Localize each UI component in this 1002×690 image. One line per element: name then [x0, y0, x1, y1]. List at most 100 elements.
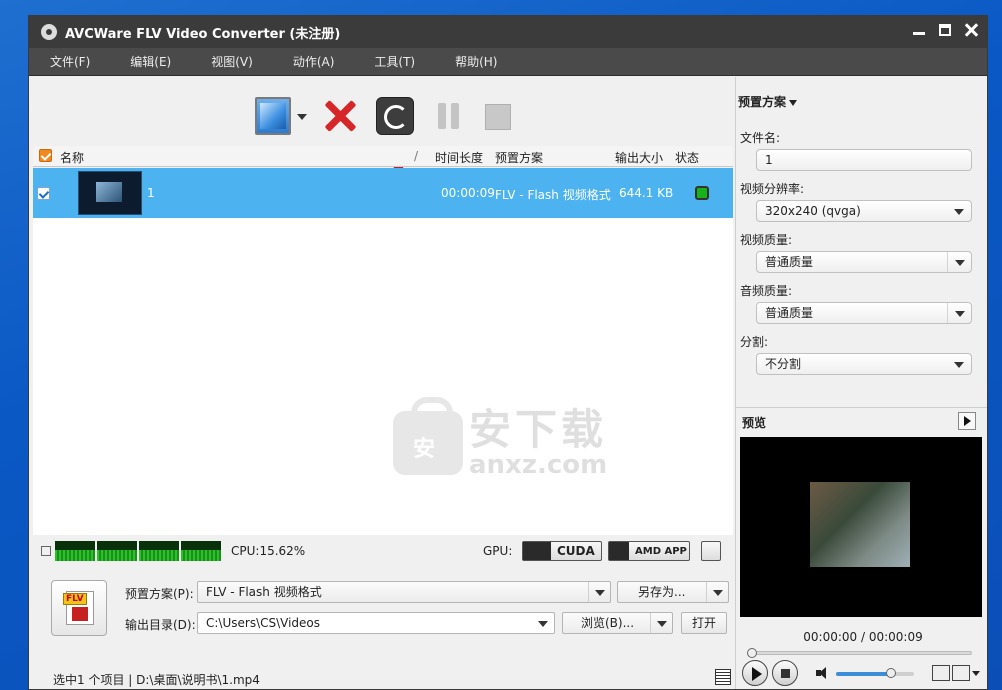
video-quality-label: 视频质量: [740, 233, 793, 247]
row-name: 1 [147, 186, 155, 200]
row-profile: FLV - Flash 视频格式 [495, 188, 611, 202]
window-title: AVCWare FLV Video Converter (未注册) [65, 26, 341, 42]
minimize-button[interactable] [911, 22, 927, 38]
camera-icon[interactable] [952, 665, 970, 681]
col-sort[interactable]: / [414, 149, 418, 163]
cpu-usage-text: CPU:15.62% [231, 544, 306, 558]
output-dir-input[interactable]: C:\Users\CS\Videos [197, 612, 555, 634]
close-monitor-icon[interactable] [41, 546, 51, 556]
split-label: 分割: [740, 335, 769, 349]
save-as-button[interactable]: 另存为... [617, 581, 729, 603]
filename-label: 文件名: [740, 131, 781, 145]
output-dir-label: 输出目录(D): [125, 618, 196, 632]
menu-tools[interactable]: 工具(T) [365, 53, 424, 70]
status-bar: 选中1 个项目 | D:\桌面\说明书\1.mp4 [47, 669, 731, 687]
browse-button[interactable]: 浏览(B)... [562, 612, 673, 634]
pause-button[interactable] [429, 97, 467, 135]
status-indicator-icon [695, 186, 709, 200]
chevron-down-icon [947, 303, 971, 323]
remove-button[interactable] [321, 97, 359, 135]
select-all-checkbox[interactable] [39, 149, 52, 162]
preview-title: 预览 [742, 416, 767, 430]
audio-quality-select[interactable]: 普通质量 [756, 302, 972, 324]
amd-app-button[interactable]: AMD APP [608, 541, 690, 561]
menu-edit[interactable]: 编辑(E) [121, 53, 180, 70]
resolution-select[interactable]: 320x240 (qvga) [756, 200, 972, 222]
preview-panel: 预览 00:00:00 / 00:00:09 [736, 407, 987, 689]
table-row[interactable]: 1 00:00:09 FLV - Flash 视频格式 644.1 KB [33, 168, 733, 218]
flv-format-icon[interactable]: FLV [51, 580, 107, 636]
file-list-header: 名称 / 时间长度 预置方案 输出大小 状态 [33, 146, 733, 167]
volume-slider[interactable] [836, 668, 914, 678]
chevron-down-icon [947, 201, 971, 221]
menu-bar: 文件(F) 编辑(E) 视图(V) 动作(A) 工具(T) 帮助(H) [29, 48, 987, 76]
row-duration: 00:00:09 [441, 186, 495, 200]
title-bar[interactable]: AVCWare FLV Video Converter (未注册) [29, 16, 987, 48]
output-settings: FLV 预置方案(P): FLV - Flash 视频格式 另存为... 输出目… [47, 572, 729, 672]
chevron-down-icon[interactable] [972, 671, 980, 676]
split-select[interactable]: 不分割 [756, 353, 972, 375]
video-thumbnail [78, 171, 142, 215]
profile-panel-header[interactable]: 预置方案 [738, 93, 798, 110]
stop-button[interactable] [478, 97, 516, 135]
volume-icon[interactable] [816, 667, 830, 679]
chevron-down-icon [532, 613, 554, 633]
profile-panel: 预置方案 文件名: 1 视频分辨率: 320x240 (qvga) 视频质量: … [735, 77, 987, 689]
filename-input[interactable]: 1 [756, 149, 972, 171]
menu-view[interactable]: 视图(V) [202, 53, 262, 70]
cuda-button[interactable]: CUDA [522, 541, 602, 561]
film-reel-icon [41, 24, 57, 40]
profile-label: 预置方案(P): [125, 587, 194, 601]
performance-bar: CPU:15.62% GPU: CUDA AMD APP [33, 537, 733, 565]
cpu-graph-3 [139, 541, 179, 561]
cuda-label: CUDA [557, 544, 595, 558]
log-list-icon[interactable] [715, 669, 731, 685]
chevron-down-icon [650, 613, 672, 633]
col-status[interactable]: 状态 [675, 149, 699, 166]
menu-action[interactable]: 动作(A) [284, 53, 344, 70]
settings-wrench-icon[interactable] [701, 541, 721, 561]
row-checkbox[interactable] [37, 187, 50, 200]
col-duration[interactable]: 时间长度 [435, 149, 483, 166]
chevron-down-icon [588, 582, 610, 602]
volume-handle[interactable] [885, 668, 896, 678]
profile-select[interactable]: FLV - Flash 视频格式 [197, 581, 611, 603]
maximize-button[interactable] [937, 22, 953, 38]
app-window: AVCWare FLV Video Converter (未注册) 文件(F) … [28, 15, 988, 690]
chevron-down-icon [706, 582, 728, 602]
seek-slider[interactable] [747, 648, 972, 658]
open-folder-button[interactable]: 打开 [681, 612, 727, 634]
fullscreen-icon[interactable] [932, 665, 950, 681]
col-name[interactable]: 名称 [60, 149, 84, 166]
watermark: 安 安下载 anxz.com [393, 397, 608, 478]
video-quality-select[interactable]: 普通质量 [756, 251, 972, 273]
volume-level [836, 672, 891, 676]
chevron-down-icon [789, 99, 798, 106]
shopping-bag-icon: 安 [393, 397, 463, 475]
amd-label: AMD APP [635, 545, 687, 557]
cpu-graph-4 [181, 541, 221, 561]
close-button[interactable] [963, 22, 979, 38]
menu-file[interactable]: 文件(F) [41, 53, 99, 70]
menu-help[interactable]: 帮助(H) [446, 53, 506, 70]
nvidia-icon [523, 542, 551, 560]
video-frame [810, 482, 910, 567]
convert-button[interactable] [376, 97, 414, 135]
seek-handle[interactable] [747, 648, 757, 658]
window-controls [911, 22, 979, 38]
cpu-graph-1 [55, 541, 95, 561]
status-text: 选中1 个项目 | D:\桌面\说明书\1.mp4 [53, 673, 260, 687]
watermark-title: 安下载 [469, 405, 608, 454]
col-size[interactable]: 输出大小 [615, 149, 663, 166]
audio-quality-label: 音频质量: [740, 284, 793, 298]
play-button[interactable] [742, 660, 768, 686]
chevron-down-icon [947, 252, 971, 272]
main-area: 名称 / 时间长度 预置方案 输出大小 状态 1 00:00:09 FLV - … [33, 77, 733, 687]
stop-preview-button[interactable] [772, 660, 798, 686]
add-video-button[interactable] [255, 97, 291, 135]
preview-video [740, 437, 982, 617]
expand-preview-button[interactable] [958, 412, 976, 430]
col-profile[interactable]: 预置方案 [495, 149, 543, 166]
file-list: 1 00:00:09 FLV - Flash 视频格式 644.1 KB 安 安… [33, 168, 733, 535]
add-video-dropdown-icon[interactable] [297, 114, 307, 120]
